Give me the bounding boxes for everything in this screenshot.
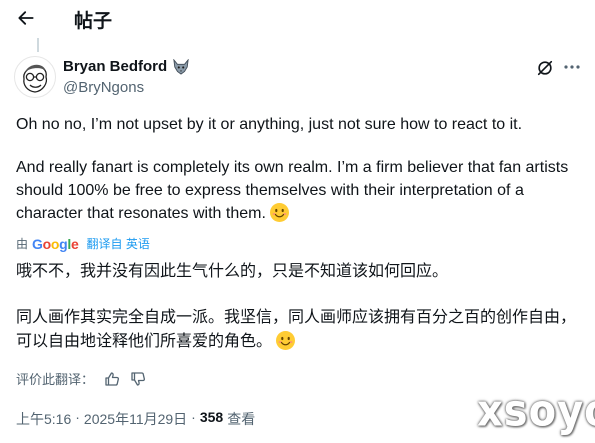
- rate-translation-label: 评价此翻译：: [16, 372, 95, 387]
- separator-dot: ·: [75, 409, 80, 425]
- page-title: 帖子: [74, 11, 113, 32]
- user-handle[interactable]: @BryNgons: [63, 79, 144, 96]
- rate-translation: 评价此翻译：: [16, 369, 146, 388]
- display-name[interactable]: Bryan Bedford: [63, 58, 167, 75]
- avatar-image: [23, 64, 48, 93]
- thumbs-up-icon[interactable]: [104, 371, 120, 387]
- avatar[interactable]: [14, 56, 56, 98]
- google-logo: Google: [32, 235, 79, 252]
- post-date[interactable]: 2025年11月29日: [84, 409, 187, 429]
- thumbs-down-icon[interactable]: [130, 371, 146, 387]
- translation-paragraph-2: 同人画作其实完全自成一派。我坚信，同人画师应该拥有百分之百的创作自由，可以自由地…: [16, 306, 582, 354]
- post-metadata: 上午5:16 · 2025年11月29日 · 358 查看: [16, 409, 255, 429]
- post-time[interactable]: 上午5:16: [16, 409, 71, 429]
- grok-slash-icon[interactable]: [536, 59, 554, 77]
- views-label: 查看: [227, 411, 256, 427]
- translation-paragraph-1: 哦不不，我并没有因此生气什么的，只是不知道该如何回应。: [16, 263, 449, 280]
- translated-from-link[interactable]: 翻译自 英语: [87, 235, 150, 252]
- tweet-paragraph-1: Oh no no, I’m not upset by it or anythin…: [16, 116, 523, 133]
- translation-paragraph-2-text: 同人画作其实完全自成一派。我坚信，同人画师应该拥有百分之百的创作自由，可以自由地…: [16, 309, 577, 350]
- tweet-text: Oh no no, I’m not upset by it or anythin…: [16, 113, 582, 225]
- translation-attribution: 由 Google 翻译自 英语: [16, 235, 150, 252]
- tweet-paragraph-2-text: And really fanart is completely its own …: [16, 159, 569, 222]
- views-count: 358: [199, 409, 224, 425]
- watermark: xsoyo: [477, 385, 595, 437]
- wolf-icon: [173, 58, 189, 75]
- arrow-left-icon[interactable]: [16, 8, 36, 28]
- author-name-line[interactable]: Bryan Bedford: [63, 58, 190, 75]
- tweet-paragraph-2: And really fanart is completely its own …: [16, 156, 582, 225]
- translated-by-label: 由: [16, 237, 29, 251]
- smiling-face-emoji: [276, 331, 296, 350]
- separator-dot: ·: [191, 409, 196, 425]
- more-dots-icon[interactable]: [563, 63, 581, 71]
- top-bar: 帖子: [0, 0, 595, 38]
- thread-connector: [37, 38, 39, 52]
- translated-text: 哦不不，我并没有因此生气什么的，只是不知道该如何回应。 同人画作其实完全自成一派…: [16, 260, 582, 354]
- smiling-face-emoji: [269, 203, 289, 222]
